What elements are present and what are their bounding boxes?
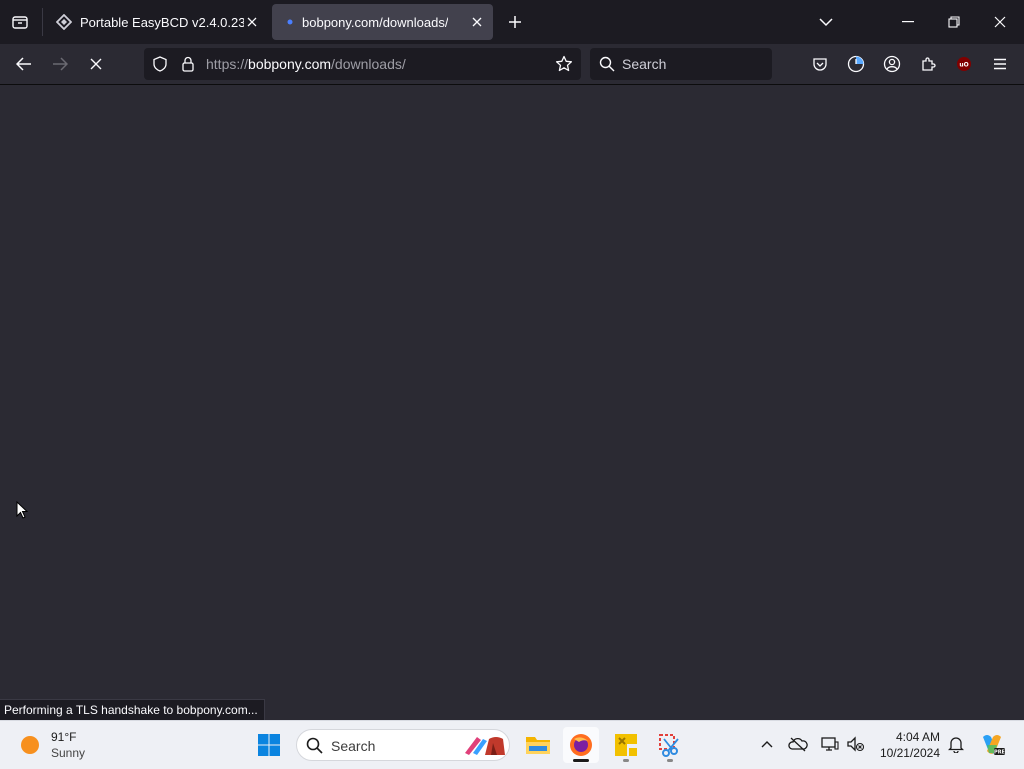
taskbar-search-placeholder: Search [331,738,376,754]
svg-text:PRE: PRE [994,750,1005,756]
url-bar[interactable]: https://bobpony.com/downloads/ [144,48,581,80]
weather-widget[interactable]: 91°F Sunny [10,721,110,769]
back-button[interactable] [12,52,36,76]
forward-button[interactable] [48,52,72,76]
search-icon [306,737,323,754]
network-icon[interactable] [819,733,841,755]
status-panel: Performing a TLS handshake to bobpony.co… [0,699,265,722]
url-scheme: https:// [206,56,249,72]
tab-divider [42,8,43,36]
file-explorer-icon[interactable] [520,727,556,763]
start-button[interactable] [251,727,287,763]
hamburger-menu-icon[interactable] [988,52,1012,76]
active-app-indicator [573,759,589,762]
weather-temp: 91°F [51,730,77,744]
tab-title: bobpony.com/downloads/ [302,14,449,30]
url-host: bobpony.com [248,56,332,72]
clock-time[interactable]: 4:04 AM [896,730,940,744]
tab-strip: Portable EasyBCD v2.4.0.237 Co bobpony.c… [0,0,1024,44]
sun-icon [21,736,39,754]
tab-overflow-chevron-down-icon[interactable] [814,10,838,34]
extensions-puzzle-icon[interactable] [916,52,940,76]
firefox-view-icon[interactable] [844,52,868,76]
url-path: /downloads/ [331,56,406,72]
mouse-cursor-icon [16,501,28,519]
tab-bobpony[interactable]: bobpony.com/downloads/ [272,4,493,40]
search-icon [599,56,615,72]
account-icon[interactable] [880,52,904,76]
search-highlight-icon [465,737,505,755]
close-window-button[interactable] [988,10,1012,34]
clock-date[interactable]: 10/21/2024 [880,746,940,760]
taskbar-search-box[interactable]: Search [296,729,510,761]
close-tab-icon[interactable] [469,14,485,30]
bookmark-star-icon[interactable] [555,55,573,73]
notification-bell-icon[interactable] [945,733,967,755]
running-app-indicator [623,759,629,762]
firefox-taskbar-icon[interactable] [563,727,599,763]
tab-title: Portable EasyBCD v2.4.0.237 Co [80,14,244,30]
restore-button[interactable] [942,10,966,34]
show-hidden-icons-chevron-up-icon[interactable] [756,733,778,755]
page-content [0,85,1024,720]
snipping-tool-icon[interactable] [652,727,688,763]
yellow-app-icon[interactable] [608,727,644,763]
url-text[interactable]: https://bobpony.com/downloads/ [206,56,406,72]
running-app-indicator [667,759,673,762]
search-placeholder: Search [622,56,667,72]
close-tab-icon[interactable] [244,14,260,30]
copilot-icon[interactable]: PRE [978,731,1006,759]
close-icon [90,58,102,70]
minimize-button[interactable] [896,10,920,34]
tab-easybcd[interactable]: Portable EasyBCD v2.4.0.237 Co [46,4,268,40]
svg-text:uO: uO [959,62,968,69]
onedrive-offline-icon[interactable] [787,733,809,755]
loading-dot-icon [282,14,298,30]
lock-icon[interactable] [180,56,196,72]
windows-logo-icon [258,734,280,756]
arrow-left-icon [16,57,31,71]
navigation-toolbar: https://bobpony.com/downloads/ Search uO [0,44,1024,85]
list-all-tabs-icon[interactable] [8,10,32,34]
arrow-right-icon [53,57,68,71]
volume-muted-icon[interactable] [845,733,867,755]
ublock-origin-icon[interactable]: uO [952,52,976,76]
easybcd-favicon-icon [56,14,72,30]
stop-loading-button[interactable] [84,52,108,76]
weather-condition: Sunny [51,746,86,760]
new-tab-button[interactable] [503,10,527,34]
plus-icon [509,16,521,28]
windows-taskbar: 91°F Sunny Search 4:04 AM 10/21/2024 PRE [0,720,1024,769]
search-bar[interactable]: Search [590,48,772,80]
pocket-icon[interactable] [808,52,832,76]
tracking-protection-shield-icon[interactable] [152,56,168,72]
